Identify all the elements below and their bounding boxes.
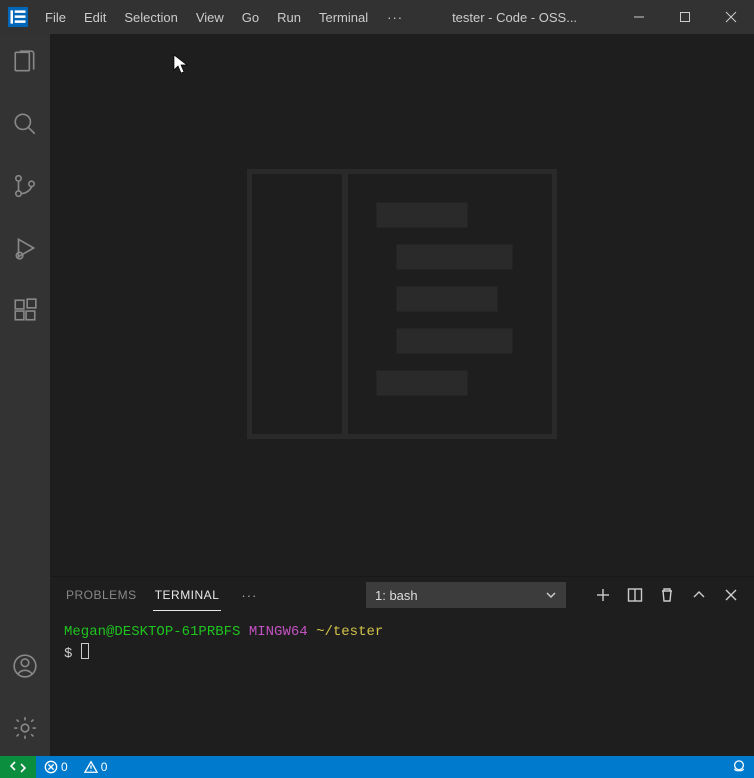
panel-tab-terminal[interactable]: TERMINAL (153, 580, 222, 611)
panel-header: PROBLEMS TERMINAL ··· 1: bash (50, 577, 754, 613)
error-count: 0 (61, 760, 68, 774)
terminal-env: MINGW64 (249, 624, 308, 640)
status-feedback-icon[interactable] (724, 760, 754, 774)
menu-run[interactable]: Run (268, 3, 310, 32)
terminal-select-label: 1: bash (375, 588, 418, 603)
terminal-body[interactable]: Megan@DESKTOP-61PRBFS MINGW64 ~/tester $ (50, 613, 754, 756)
accounts-icon[interactable] (1, 646, 49, 686)
terminal-path: ~/tester (316, 624, 383, 640)
title-bar: File Edit Selection View Go Run Terminal… (0, 0, 754, 34)
close-button[interactable] (708, 0, 754, 34)
panel-tab-problems[interactable]: PROBLEMS (64, 580, 139, 610)
main-area: PROBLEMS TERMINAL ··· 1: bash (0, 34, 754, 756)
window-controls (616, 0, 754, 34)
warning-count: 0 (101, 760, 108, 774)
status-bar: 0 0 (0, 756, 754, 778)
panel-tab-overflow[interactable]: ··· (235, 588, 263, 603)
menu-file[interactable]: File (36, 3, 75, 32)
terminal-select[interactable]: 1: bash (366, 582, 566, 608)
run-debug-icon[interactable] (1, 228, 49, 268)
menu-terminal[interactable]: Terminal (310, 3, 377, 32)
minimize-button[interactable] (616, 0, 662, 34)
new-terminal-button[interactable] (594, 586, 612, 604)
extensions-icon[interactable] (1, 290, 49, 330)
settings-gear-icon[interactable] (1, 708, 49, 748)
menu-bar: File Edit Selection View Go Run Terminal… (36, 3, 413, 32)
editor-watermark-icon (247, 169, 557, 442)
search-icon[interactable] (1, 104, 49, 144)
terminal-user: Megan@DESKTOP-61PRBFS (64, 624, 240, 640)
close-panel-button[interactable] (722, 586, 740, 604)
error-icon (44, 760, 58, 774)
explorer-icon[interactable] (1, 42, 49, 82)
bottom-panel: PROBLEMS TERMINAL ··· 1: bash (50, 576, 754, 756)
chevron-down-icon (545, 589, 557, 601)
maximize-button[interactable] (662, 0, 708, 34)
menu-view[interactable]: View (187, 3, 233, 32)
terminal-prompt: $ (64, 646, 72, 662)
window-title: tester - Code - OSS... (413, 10, 616, 25)
editor-empty-state (50, 34, 754, 576)
menu-overflow[interactable]: ··· (377, 3, 413, 32)
kill-terminal-button[interactable] (658, 586, 676, 604)
source-control-icon[interactable] (1, 166, 49, 206)
activity-bar (0, 34, 50, 756)
status-errors[interactable]: 0 (36, 760, 76, 774)
menu-selection[interactable]: Selection (115, 3, 186, 32)
split-terminal-button[interactable] (626, 586, 644, 604)
app-icon (8, 7, 28, 27)
status-warnings[interactable]: 0 (76, 760, 116, 774)
terminal-cursor (81, 643, 89, 659)
menu-edit[interactable]: Edit (75, 3, 115, 32)
maximize-panel-button[interactable] (690, 586, 708, 604)
warning-icon (84, 760, 98, 774)
menu-go[interactable]: Go (233, 3, 268, 32)
remote-button[interactable] (0, 756, 36, 778)
editor-container: PROBLEMS TERMINAL ··· 1: bash (50, 34, 754, 756)
